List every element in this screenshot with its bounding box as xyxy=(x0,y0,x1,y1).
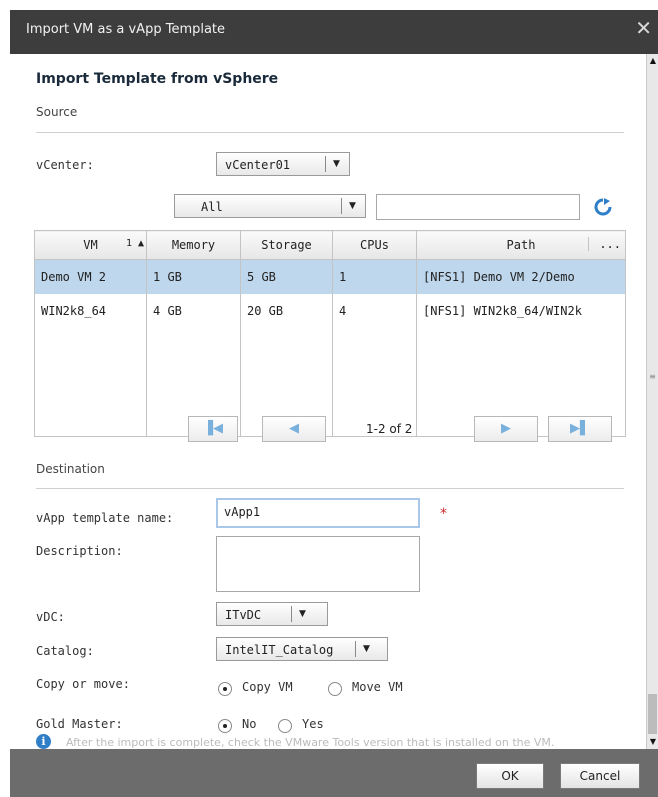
info-message: After the import is complete, check the … xyxy=(66,736,555,749)
column-header-label: Storage xyxy=(261,238,312,252)
vertical-scrollbar[interactable]: ▲ ≡ ▼ xyxy=(646,54,658,749)
destination-section-label: Destination xyxy=(36,462,105,476)
copy-move-label: Copy or move: xyxy=(36,677,130,691)
vdc-label: vDC: xyxy=(36,610,65,624)
catalog-select[interactable]: IntelIT_Catalog ▼ xyxy=(216,637,388,661)
catalog-label: Catalog: xyxy=(36,644,94,658)
select-separator xyxy=(291,606,292,622)
filter-value: All xyxy=(201,200,223,214)
vcenter-label: vCenter: xyxy=(36,158,94,172)
dialog-title: Import VM as a vApp Template xyxy=(26,22,226,37)
description-textarea[interactable] xyxy=(216,536,420,592)
gold-yes-radio[interactable] xyxy=(278,719,292,733)
column-header-path[interactable]: Path... xyxy=(416,230,626,260)
move-vm-label[interactable]: Move VM xyxy=(352,680,403,694)
description-label: Description: xyxy=(36,544,123,558)
gold-yes-label[interactable]: Yes xyxy=(302,717,324,731)
table-cell: 4 GB xyxy=(146,294,241,328)
table-cell: 20 GB xyxy=(240,294,333,328)
destination-divider xyxy=(36,488,624,489)
chevron-down-icon: ▼ xyxy=(349,201,356,211)
select-separator xyxy=(355,641,356,657)
select-separator xyxy=(325,156,326,172)
template-name-label: vApp template name: xyxy=(36,511,174,525)
column-header-label: CPUs xyxy=(360,238,389,252)
column-header-vm[interactable]: VM 1 ▲ xyxy=(34,230,147,260)
dialog-titlebar[interactable]: Import VM as a vApp Template ✕ xyxy=(10,10,658,54)
vdc-select[interactable]: ITvDC ▼ xyxy=(216,602,328,626)
chevron-down-icon: ▼ xyxy=(299,609,306,619)
vcenter-value: vCenter01 xyxy=(225,158,291,172)
chevron-down-icon: ▼ xyxy=(333,159,340,169)
table-row[interactable]: WIN2k8_64 4 GB 20 GB 4 [NFS1] WIN2k8_64/… xyxy=(34,294,626,328)
table-header-row: VM 1 ▲ Memory Storage CPUs Path... xyxy=(34,230,626,260)
column-header-cpus[interactable]: CPUs xyxy=(332,230,417,260)
refresh-icon[interactable] xyxy=(594,198,612,216)
select-separator xyxy=(341,198,342,214)
dialog-content: Import Template from vSphere Source vCen… xyxy=(10,54,646,749)
info-icon: i xyxy=(36,734,51,749)
table-row[interactable]: Demo VM 2 1 GB 5 GB 1 [NFS1] Demo VM 2/D… xyxy=(34,259,626,294)
close-icon[interactable]: ✕ xyxy=(635,18,652,38)
next-page-button[interactable]: ▶ xyxy=(474,416,538,442)
required-indicator: * xyxy=(440,506,447,522)
column-header-label: VM xyxy=(83,238,98,252)
search-input[interactable] xyxy=(376,194,580,220)
ok-button[interactable]: OK xyxy=(476,763,544,789)
source-divider xyxy=(36,132,624,133)
table-cell: 5 GB xyxy=(240,259,333,294)
prev-page-button[interactable]: ◀ xyxy=(262,416,326,442)
vm-table: VM 1 ▲ Memory Storage CPUs Path... Demo V… xyxy=(34,230,626,437)
last-page-button[interactable]: ▶▌ xyxy=(548,416,612,442)
column-header-label: Memory xyxy=(171,238,216,252)
column-header-memory[interactable]: Memory xyxy=(146,230,241,260)
vdc-value: ITvDC xyxy=(225,608,262,622)
table-cell: 4 xyxy=(332,294,417,328)
column-header-storage[interactable]: Storage xyxy=(240,230,333,260)
gold-master-label: Gold Master: xyxy=(36,717,123,731)
chevron-down-icon: ▼ xyxy=(363,644,370,654)
import-dialog: Import VM as a vApp Template ✕ Import Te… xyxy=(10,10,658,797)
column-header-label: Path xyxy=(506,238,536,252)
copy-vm-radio[interactable] xyxy=(218,682,232,696)
catalog-value: IntelIT_Catalog xyxy=(225,643,334,657)
table-cell: 1 GB xyxy=(146,259,241,294)
source-section-label: Source xyxy=(36,105,78,119)
scroll-grip-icon: ≡ xyxy=(649,372,656,381)
vcenter-select[interactable]: vCenter01 ▼ xyxy=(216,152,350,176)
pagination-status: 1-2 of 2 xyxy=(366,422,413,436)
scroll-down-icon[interactable]: ▼ xyxy=(648,735,658,749)
column-menu-icon[interactable]: ... xyxy=(588,237,621,251)
scroll-up-icon[interactable]: ▲ xyxy=(648,54,658,68)
sort-ascending-icon: 1 ▲ xyxy=(125,238,144,249)
copy-vm-label[interactable]: Copy VM xyxy=(242,680,293,694)
move-vm-radio[interactable] xyxy=(328,682,342,696)
cancel-button[interactable]: Cancel xyxy=(560,763,640,789)
first-page-button[interactable]: ▐◀ xyxy=(188,416,238,442)
gold-no-label[interactable]: No xyxy=(242,717,256,731)
scroll-thumb[interactable] xyxy=(648,694,657,734)
dialog-footer: OK Cancel xyxy=(10,749,658,797)
gold-no-radio[interactable] xyxy=(218,719,232,733)
table-cell: [NFS1] Demo VM 2/Demo xyxy=(416,259,626,294)
filter-select[interactable]: All ▼ xyxy=(174,194,366,218)
template-name-input[interactable]: vApp1 xyxy=(216,498,420,528)
page-title: Import Template from vSphere xyxy=(36,71,279,87)
table-cell: WIN2k8_64 xyxy=(34,294,147,328)
table-cell: 1 xyxy=(332,259,417,294)
table-cell: [NFS1] WIN2k8_64/WIN2k xyxy=(416,294,626,328)
table-cell: Demo VM 2 xyxy=(34,259,147,294)
